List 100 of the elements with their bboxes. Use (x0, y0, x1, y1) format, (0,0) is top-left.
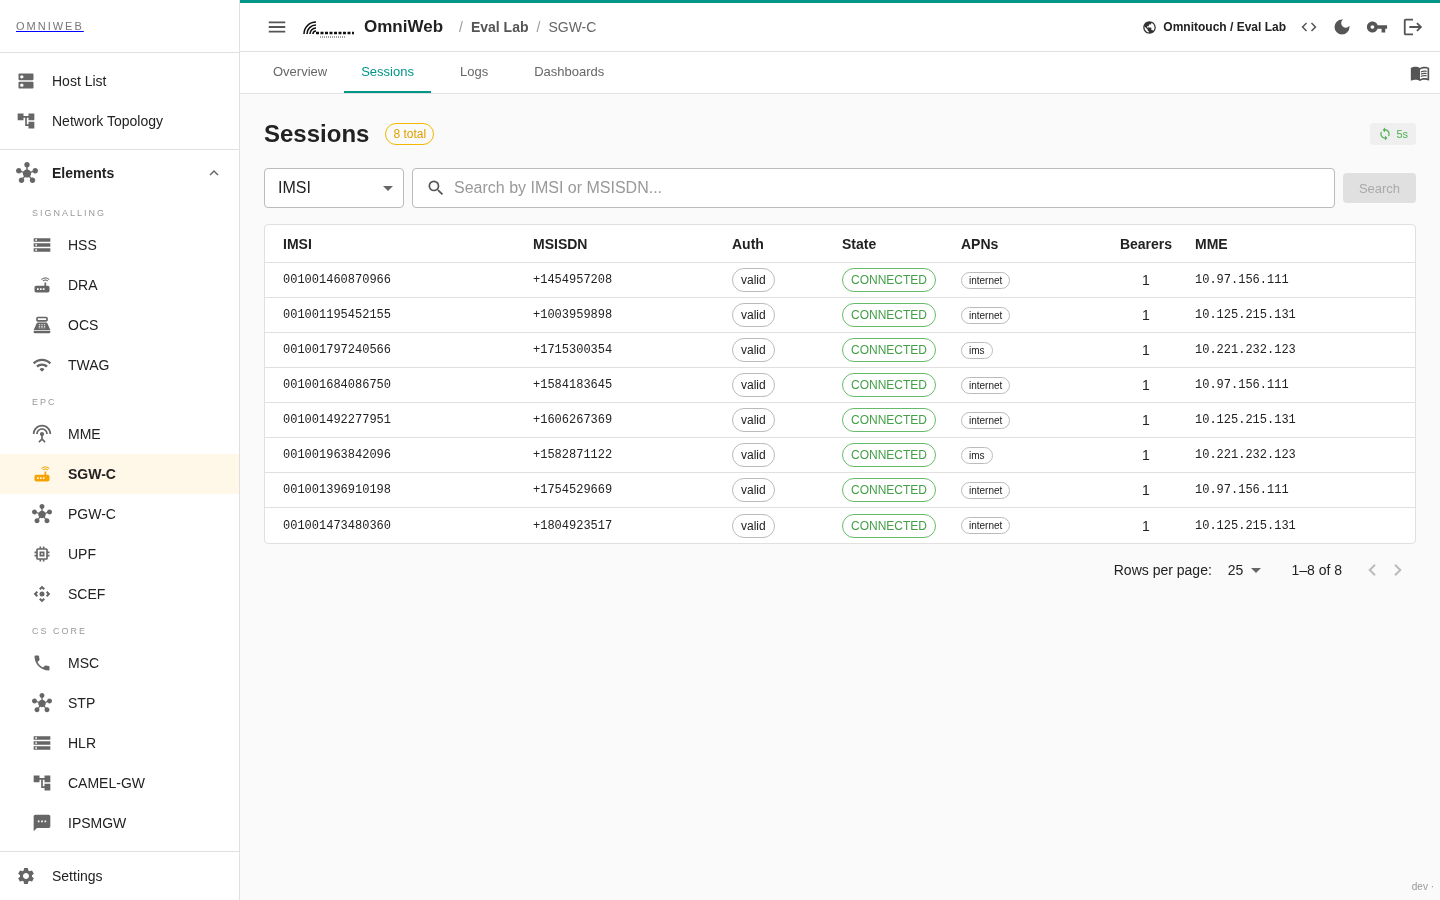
table-cell-text: 10.221.232.123 (1195, 448, 1297, 462)
sidebar-item[interactable]: HLR (0, 723, 239, 763)
moon-button[interactable] (1332, 17, 1352, 37)
tab[interactable]: Overview (256, 52, 345, 93)
table-cell-text: +1584183645 (533, 378, 614, 392)
sidebar-item[interactable]: OCS (0, 305, 239, 345)
settings-icon (16, 866, 36, 886)
column-header: APNs (961, 235, 1000, 252)
hub-icon (32, 504, 52, 524)
table-cell-text: 001001492277951 (283, 413, 393, 427)
refresh-icon (1378, 127, 1393, 141)
sidebar-item[interactable]: SGW-C (0, 454, 239, 494)
breadcrumb-separator: / (459, 19, 463, 35)
sidebar-item[interactable]: DRA (0, 265, 239, 305)
column-header: IMSI (283, 235, 313, 252)
table-cell-text: 1 (1141, 272, 1151, 288)
table-cell-text: 10.125.215.131 (1195, 518, 1297, 533)
sidebar-item[interactable]: Host List (0, 61, 239, 101)
table-cell-text: 10.97.156.111 (1195, 273, 1290, 287)
table-cell-text: 1 (1141, 342, 1151, 358)
logout-button[interactable] (1402, 16, 1424, 38)
page-title: Sessions (264, 120, 370, 148)
table-cell-text: 1 (1141, 517, 1151, 534)
section-title: CS CORE (31, 625, 88, 638)
tab[interactable]: Dashboards (517, 52, 622, 93)
chevron-right-icon (1394, 564, 1402, 576)
chat-icon (32, 813, 52, 833)
sidebar-item[interactable]: Network Topology (0, 101, 239, 141)
breadcrumb-link[interactable]: SGW-C (548, 19, 597, 35)
sidebar-item[interactable]: HSS (0, 225, 239, 265)
search-icon (426, 178, 446, 198)
tree-icon (32, 773, 52, 793)
table-cell-text: +1754529669 (533, 483, 614, 497)
sidebar-item[interactable]: CAMEL-GW (0, 763, 239, 803)
sidebar-group[interactable]: Elements (0, 150, 239, 196)
tenant-switcher[interactable]: Omnitouch / Eval Lab (1142, 19, 1286, 35)
field-select[interactable]: IMSI (264, 168, 404, 208)
table-cell-text: 1 (1141, 447, 1151, 463)
table-cell-text: 1 (1141, 377, 1151, 393)
settings-item[interactable]: Settings (0, 856, 103, 896)
app-name: OmniWeb (364, 17, 444, 37)
table-cell-text: +1606267369 (533, 413, 614, 427)
hub-icon (16, 162, 38, 184)
sidebar-item[interactable]: UPF (0, 534, 239, 574)
tree-icon (16, 111, 36, 131)
move-icon (32, 584, 52, 604)
brand-link[interactable]: OMNIWEB (16, 20, 84, 32)
router-icon (32, 275, 52, 295)
chevron-left-icon (1368, 564, 1376, 576)
globe-icon (1142, 19, 1158, 35)
table-cell-text: 10.221.232.123 (1195, 343, 1297, 357)
rows-per-page-label: Rows per page: (1113, 562, 1212, 578)
column-header: Bearers (1118, 235, 1174, 252)
section-title: EPC (31, 396, 58, 409)
section-title: SIGNALLING (31, 207, 108, 220)
antenna-icon (32, 424, 52, 444)
server-icon (16, 71, 36, 91)
table-cell-text: 10.97.156.111 (1195, 378, 1290, 392)
sidebar-item[interactable]: MME (0, 414, 239, 454)
table-cell-text: 10.125.215.131 (1195, 308, 1297, 322)
table-cell-text: 001001684086750 (283, 378, 393, 392)
page-range: 1–8 of 8 (1291, 562, 1342, 578)
sidebar-item[interactable]: MSC (0, 643, 239, 683)
table-cell-text: +1454957208 (533, 273, 614, 287)
storage-icon (32, 235, 52, 255)
table-cell-text: +1003959898 (533, 308, 614, 322)
table-cell-text: 10.125.215.131 (1195, 413, 1297, 427)
table-cell-text: 001001473480360 (283, 518, 393, 533)
dropdown-icon (1251, 567, 1262, 573)
table-cell-text: 10.97.156.111 (1195, 483, 1290, 497)
sidebar-item[interactable]: TWAG (0, 345, 239, 385)
search-field[interactable]: Search by IMSI or MSISDN... (412, 168, 1335, 208)
table-cell-text: 1 (1141, 307, 1151, 323)
sidebar-item[interactable]: STP (0, 683, 239, 723)
sidebar-item[interactable]: SCEF (0, 574, 239, 614)
tab[interactable]: Logs (442, 52, 506, 93)
table-cell-text: +1582871122 (533, 448, 614, 462)
table-cell-text: +1804923517 (533, 518, 614, 533)
sidebar-item[interactable]: IPSMGW (0, 803, 239, 843)
sidebar-item[interactable]: PGW-C (0, 494, 239, 534)
storage-icon (32, 733, 52, 753)
environment-label: dev · (1411, 881, 1434, 892)
column-header: State (842, 235, 878, 252)
table-cell-text: 001001195452155 (283, 308, 393, 322)
breadcrumb-link[interactable]: Eval Lab (470, 19, 529, 35)
table-cell-text: 001001460870966 (283, 273, 393, 287)
chip-icon (32, 544, 52, 564)
column-header: MSISDN (533, 235, 589, 252)
table-cell-text: 001001396910198 (283, 483, 393, 497)
tab[interactable]: Sessions (344, 52, 431, 93)
table-cell-text: 1 (1141, 482, 1151, 498)
table-cell-text: 001001797240566 (283, 343, 393, 357)
table-cell-text: +1715300354 (533, 343, 614, 357)
table-cell-text: 001001963842096 (283, 448, 393, 462)
hub-icon (32, 693, 52, 713)
breadcrumb-separator: / (536, 19, 541, 35)
column-header: Auth (732, 235, 765, 252)
router-icon (32, 464, 52, 484)
rows-per-page-select[interactable]: 25 (1227, 562, 1262, 578)
register-icon (32, 315, 52, 335)
